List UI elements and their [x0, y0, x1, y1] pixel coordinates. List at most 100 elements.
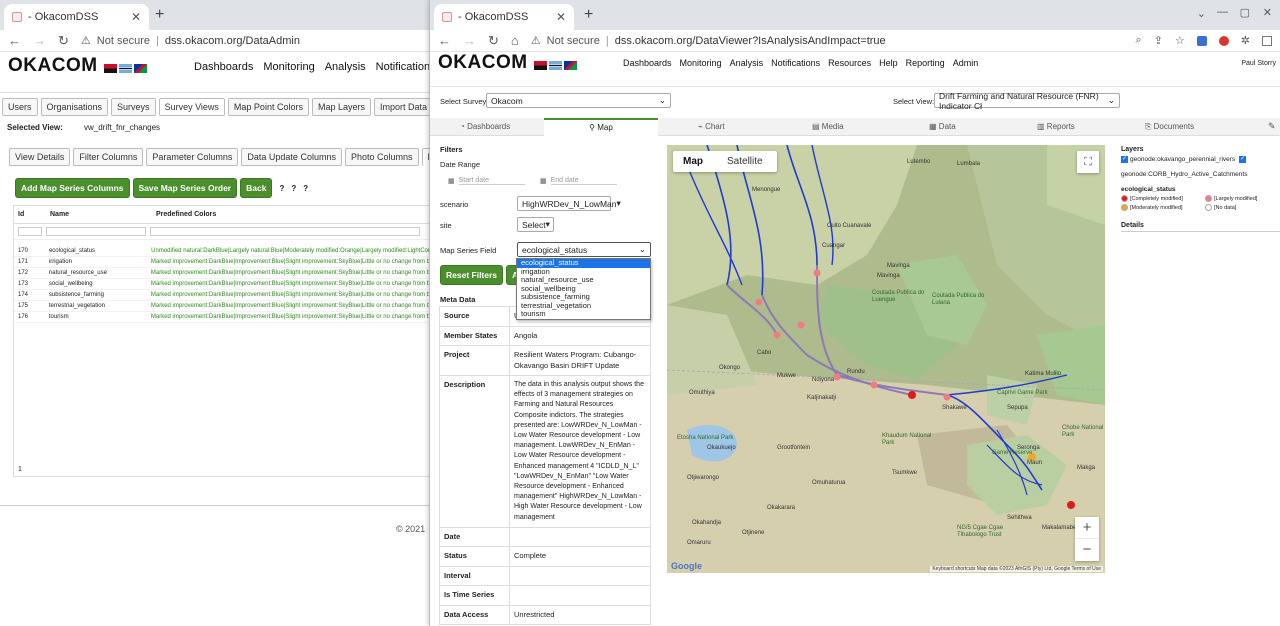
dropdown-option[interactable]: tourism	[517, 309, 650, 319]
table-row[interactable]: 176 tourism Marked improvement:DarkBlue|Im…	[14, 312, 430, 323]
reload-icon[interactable]: ↻	[488, 33, 499, 49]
add-map-series-columns-button[interactable]: Add Map Series Columns	[15, 178, 130, 198]
map-canvas[interactable]: Lutembo Lumbala Menongue Cuangar Cuito Cuana…	[667, 145, 1105, 573]
nav-item[interactable]: Monitoring	[263, 61, 314, 73]
bookmark-star-icon[interactable]: ☆	[1175, 34, 1185, 47]
site-select[interactable]: Select ▾	[517, 217, 554, 232]
view-select[interactable]: Drift Farming and Natural Resource (FNR)…	[934, 91, 1120, 111]
admin-tab[interactable]: Import Data	[373, 98, 431, 116]
zoom-out-button[interactable]: −	[1075, 539, 1099, 561]
close-tab-icon[interactable]: ✕	[556, 10, 566, 24]
okacom-logo[interactable]: OKACOM	[438, 52, 579, 79]
view-config-tab[interactable]: Photo Columns	[344, 148, 419, 166]
minimize-icon[interactable]: —	[1217, 6, 1228, 18]
admin-tab[interactable]: Survey Views	[158, 98, 225, 116]
start-date-input[interactable]: Start date	[458, 177, 525, 185]
sidebar-icon[interactable]	[1262, 35, 1272, 46]
table-row[interactable]: 171 irrigation Marked improvement:DarkBlue…	[14, 257, 430, 268]
table-row[interactable]: 172 natural_resource_use Marked improvemen…	[14, 268, 430, 279]
view-config-tab[interactable]: Parameter Columns	[146, 148, 239, 166]
col-header-name[interactable]: Name	[46, 211, 152, 218]
view-config-tab[interactable]: Data Update Columns	[241, 148, 342, 166]
map-series-select[interactable]: ecological_status ⌄	[517, 242, 651, 257]
nav-item[interactable]: Monitoring	[680, 58, 722, 68]
nav-item[interactable]: Analysis	[325, 61, 366, 73]
layer-item[interactable]: geonode:CORB_Hydro_Active_Catchments	[1121, 171, 1247, 178]
map-type-map-button[interactable]: Map	[673, 151, 713, 172]
nav-item[interactable]: Admin	[953, 58, 979, 68]
tab-map[interactable]: ⚲ Map	[544, 118, 658, 136]
admin-tab[interactable]: Users	[2, 98, 38, 116]
scenario-select[interactable]: HighWRDev_N_LowMan ▾	[517, 196, 621, 211]
nav-item[interactable]: Analysis	[730, 58, 764, 68]
map-marker[interactable]	[755, 298, 763, 306]
map-marker[interactable]	[797, 321, 805, 329]
checkbox-checked-icon[interactable]: ✓	[1239, 156, 1247, 163]
back-button[interactable]: Back	[240, 178, 273, 198]
survey-select[interactable]: Okacom ⌄	[486, 93, 671, 108]
browser-tab[interactable]: - OkacomDSS ✕	[434, 4, 574, 30]
maximize-icon[interactable]: ▢	[1240, 6, 1250, 19]
table-row[interactable]: 170 ecological_status Unmodified natural:D…	[14, 246, 430, 257]
name-filter-input[interactable]	[46, 227, 146, 236]
tab-reports[interactable]: ▥ Reports	[1037, 122, 1075, 131]
fullscreen-icon[interactable]: ⛶	[1077, 151, 1099, 173]
tab-data[interactable]: ▦ Data	[929, 122, 956, 131]
forward-icon[interactable]: →	[463, 33, 476, 48]
map-marker[interactable]	[833, 373, 841, 381]
help-icon[interactable]: ?	[279, 184, 284, 193]
nav-item[interactable]: Reporting	[906, 58, 945, 68]
colors-filter-input[interactable]	[150, 227, 420, 236]
extension-icon[interactable]	[1218, 35, 1229, 46]
start-date-field[interactable]: ▦ Start date	[448, 177, 525, 185]
close-tab-icon[interactable]: ✕	[131, 10, 141, 24]
id-filter-input[interactable]	[18, 227, 42, 236]
table-row[interactable]: 173 social_wellbeing Marked improvement:Da…	[14, 279, 430, 290]
map-marker[interactable]	[813, 269, 821, 277]
pager-page[interactable]: 1	[18, 466, 22, 473]
user-name[interactable]: Paul Storry	[1241, 60, 1276, 67]
new-tab-icon[interactable]: +	[584, 6, 593, 24]
tab-documents[interactable]: ⎘ Documents	[1145, 122, 1194, 132]
url-box[interactable]: ⚠ Not secure | dss.okacom.org/DataAdmin	[80, 30, 423, 51]
checkbox-checked-icon[interactable]: ✓	[1121, 156, 1128, 163]
new-tab-icon[interactable]: +	[155, 6, 164, 24]
nav-item[interactable]: Help	[879, 58, 898, 68]
google-logo[interactable]: Google	[671, 561, 702, 571]
admin-tab[interactable]: Map Layers	[311, 98, 371, 116]
forward-icon[interactable]: →	[33, 33, 46, 48]
col-header-id[interactable]: Id	[14, 211, 46, 218]
share-icon[interactable]: ⇪	[1154, 34, 1163, 47]
end-date-input[interactable]: End date	[550, 177, 617, 185]
help-icon[interactable]: ?	[303, 184, 308, 193]
admin-tab[interactable]: Map Point Colors	[227, 98, 309, 116]
okacom-logo[interactable]: OKACOM	[8, 55, 149, 82]
map-marker[interactable]	[773, 331, 781, 339]
tab-search-icon[interactable]: ⌄	[1197, 7, 1206, 20]
map-marker[interactable]	[1067, 501, 1075, 509]
reset-filters-button[interactable]: Reset Filters	[440, 265, 504, 285]
save-map-series-order-button[interactable]: Save Map Series Order	[132, 178, 238, 198]
reload-icon[interactable]: ↻	[58, 33, 69, 49]
nav-item[interactable]: Notifications	[771, 58, 820, 68]
map-marker[interactable]	[870, 381, 878, 389]
nav-item[interactable]: Dashboards	[623, 58, 672, 68]
admin-tab[interactable]: Organisations	[40, 98, 109, 116]
home-icon[interactable]: ⌂	[511, 33, 519, 48]
help-icon[interactable]: ?	[291, 184, 296, 193]
end-date-field[interactable]: ▦ End date	[540, 177, 617, 185]
nav-item[interactable]: Resources	[828, 58, 871, 68]
extension-icon[interactable]	[1196, 35, 1207, 46]
table-row[interactable]: 175 terrestrial_vegetation Marked improvem…	[14, 301, 430, 312]
admin-tab[interactable]: Surveys	[111, 98, 156, 116]
url-box[interactable]: ⚠ Not secure | dss.okacom.org/DataViewer…	[530, 30, 1124, 51]
map-type-satellite-button[interactable]: Satellite	[713, 151, 777, 172]
edit-icon[interactable]: ✎	[1268, 121, 1276, 132]
tab-dashboards[interactable]: ◔ Dashboards	[460, 122, 510, 131]
browser-tab[interactable]: - OkacomDSS ✕	[4, 4, 149, 30]
zoom-icon[interactable]: ⌕	[1136, 34, 1142, 47]
nav-item[interactable]: Notifications	[376, 61, 431, 73]
close-window-icon[interactable]: ✕	[1263, 6, 1272, 19]
tab-chart[interactable]: ⌁ Chart	[698, 122, 725, 131]
zoom-in-button[interactable]: +	[1075, 517, 1099, 539]
